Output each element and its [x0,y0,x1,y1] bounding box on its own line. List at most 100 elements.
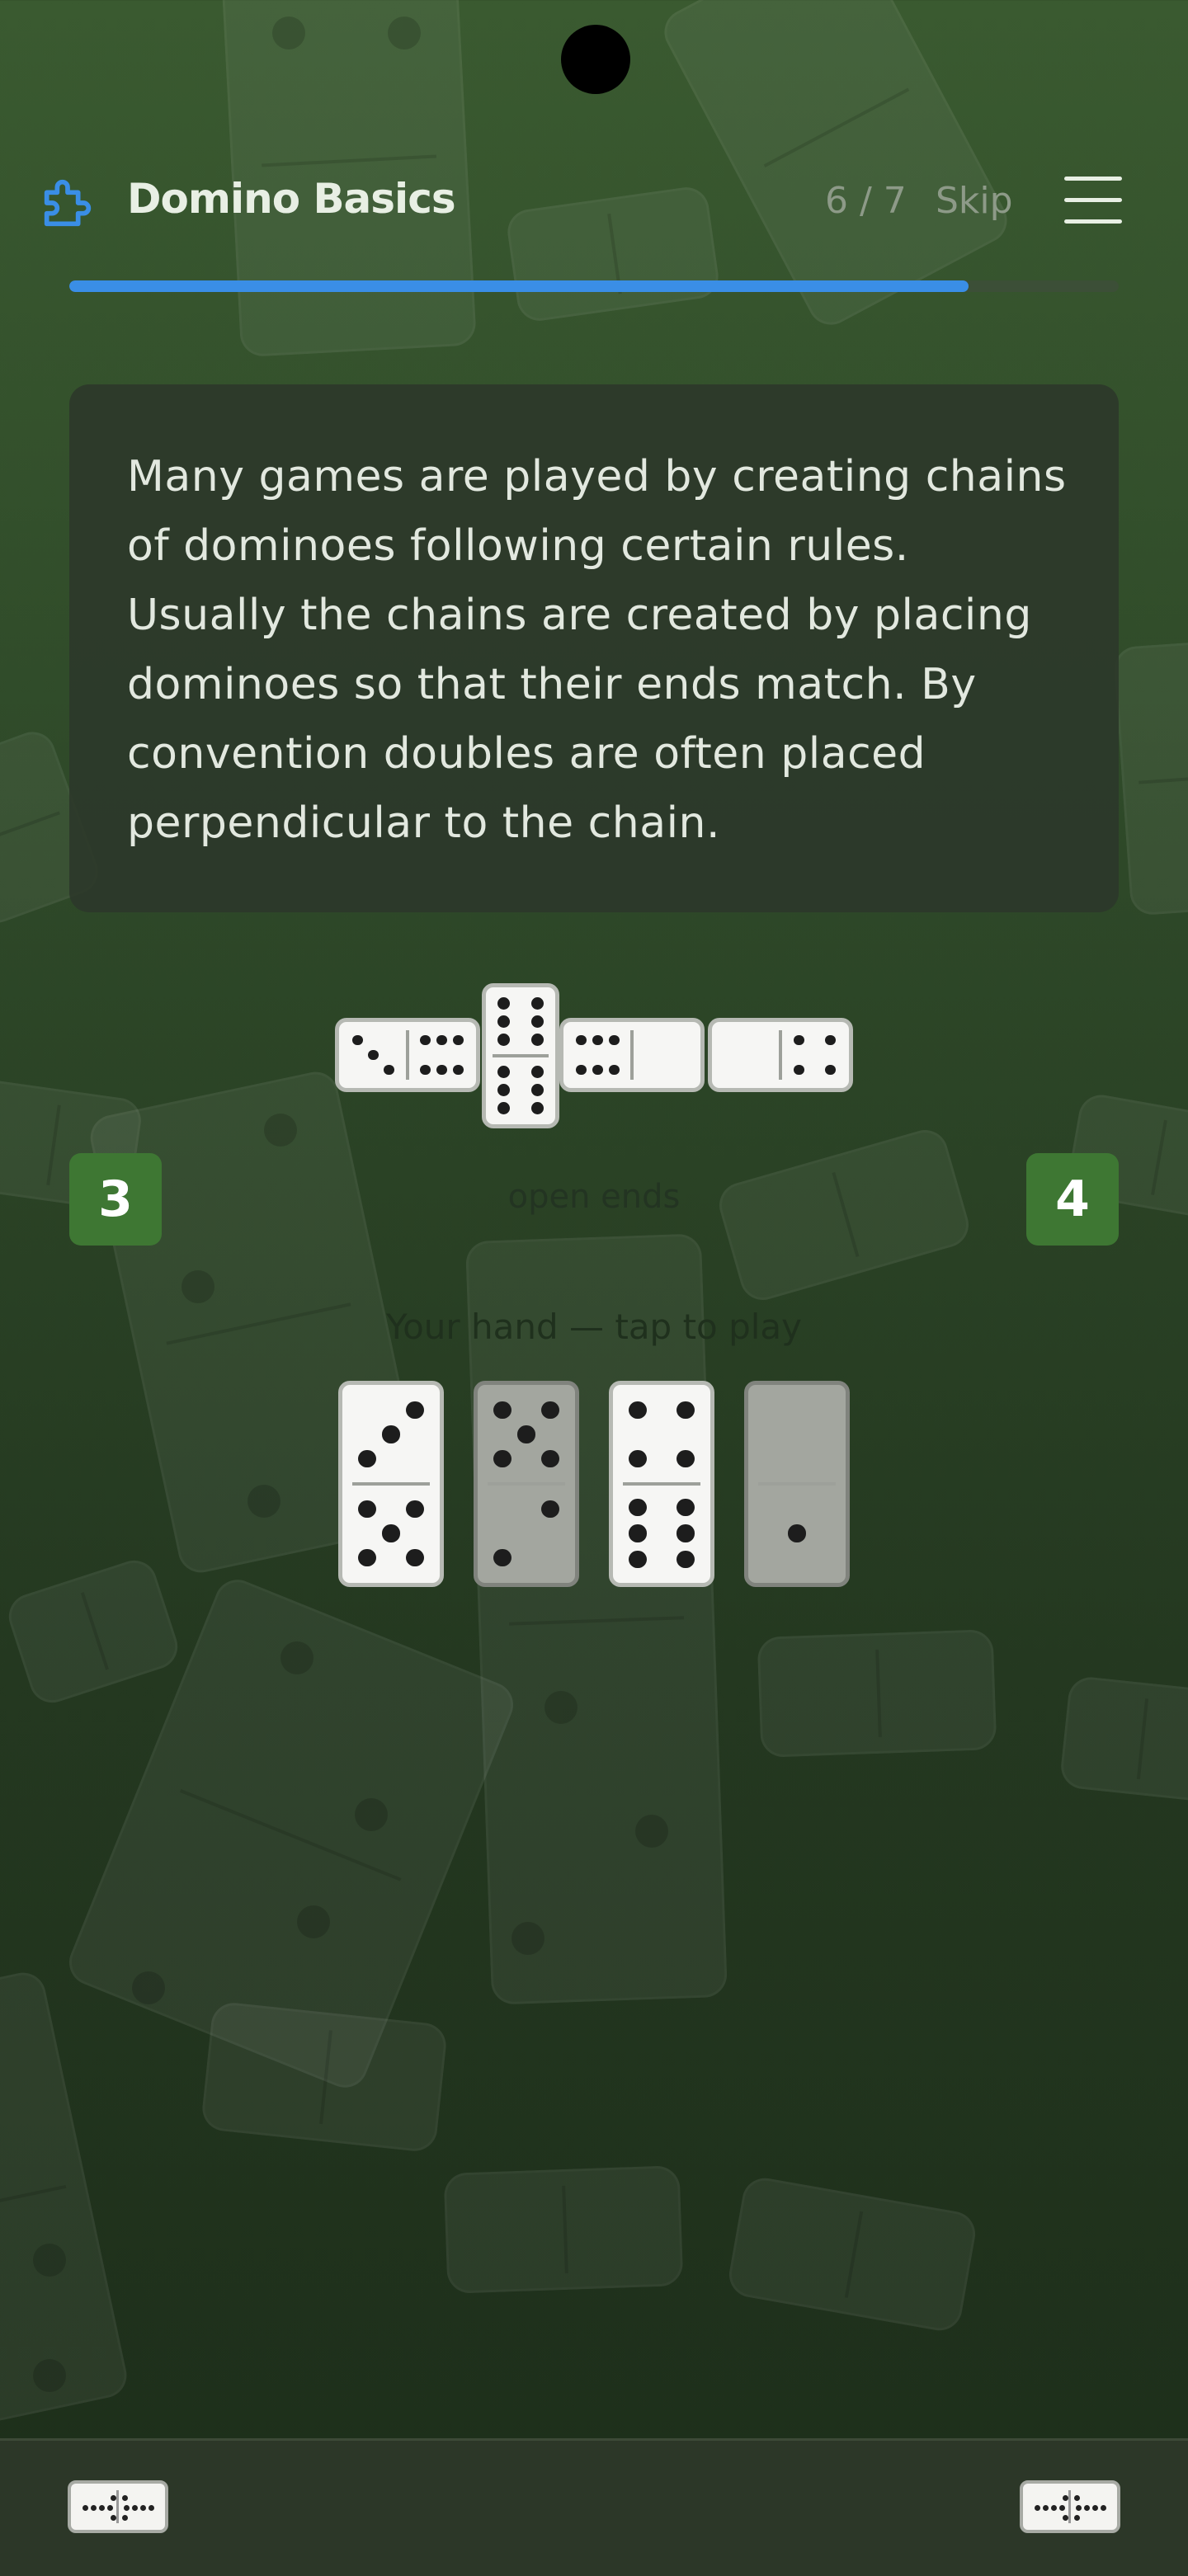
skip-button[interactable]: Skip [936,180,1013,222]
step-counter: 6 / 7 [825,180,907,222]
open-ends-label: open ends [507,1178,681,1216]
hand-domino[interactable] [474,1381,579,1587]
pip [383,1064,394,1076]
pip [629,1450,647,1468]
tile-divider [487,1482,566,1486]
pip [531,1101,544,1114]
camera-cutout [561,25,630,94]
pip [629,1401,647,1419]
pip [406,1500,424,1518]
pip [358,1500,376,1518]
pip [420,1064,431,1076]
pip [541,1401,559,1419]
hamburger-menu-icon[interactable] [1064,177,1122,226]
pip [352,1034,364,1046]
hand-domino[interactable] [609,1381,714,1587]
pip [517,1425,535,1443]
pip [122,2495,128,2501]
pip [148,2505,154,2511]
pip [824,1034,836,1046]
pip [111,2495,116,2501]
domino-next-icon[interactable] [1020,2480,1120,2533]
pip [531,1015,544,1029]
pip [497,1083,510,1097]
tile-divider [622,1482,701,1486]
pip [609,1064,620,1076]
chain-domino [482,983,559,1128]
pip [1035,2505,1040,2511]
pip [493,1549,512,1567]
pip [453,1064,464,1076]
lesson-progress-fill [69,280,969,292]
pip [629,1524,647,1542]
pip [132,2505,138,2511]
tile-divider [116,2490,119,2523]
pip [629,1551,647,1569]
tile-divider [779,1029,782,1081]
pip [676,1551,695,1569]
pip [531,1066,544,1079]
chain-domino [559,1018,705,1092]
pip [1084,2505,1090,2511]
page-title: Domino Basics [127,175,456,223]
pip [493,1450,512,1468]
tile-divider [1068,2490,1071,2523]
lesson-card: Many games are played by creating chains… [69,384,1119,912]
pip [358,1549,376,1567]
pip [788,1524,806,1542]
pip [794,1064,805,1076]
pip [531,1083,544,1097]
tile-divider [757,1482,837,1486]
pip [368,1049,379,1061]
pip [358,1450,376,1468]
hand-domino[interactable] [744,1381,850,1587]
pip [91,2505,97,2511]
pip [436,1064,447,1076]
tile-divider [493,1054,549,1057]
pip [609,1034,620,1046]
lesson-text: Many games are played by creating chains… [127,452,1067,848]
pip [1059,2505,1065,2511]
pip [453,1034,464,1046]
pip [1074,2515,1080,2521]
pip [111,2515,116,2521]
domino-back-icon[interactable] [68,2480,168,2533]
pip [676,1524,695,1542]
hand-domino[interactable] [338,1381,444,1587]
pip [1063,2495,1068,2501]
top-bar: Domino Basics 6 / 7 Skip [0,157,1188,247]
pip [592,1064,603,1076]
tile-divider [351,1482,431,1486]
pip [629,1498,647,1516]
bottom-navigation [0,2438,1188,2576]
pip [576,1034,587,1046]
pip [1063,2515,1068,2521]
pip [107,2505,113,2511]
pip [82,2505,88,2511]
pip [531,1033,544,1046]
pip [541,1450,559,1468]
pip [140,2505,146,2511]
pip [382,1425,400,1443]
pip [1043,2505,1049,2511]
pip [824,1064,836,1076]
pip [497,1015,510,1029]
pip [676,1450,695,1468]
pip [676,1401,695,1419]
chain-domino [335,1018,480,1092]
pip [124,2505,130,2511]
pip [406,1401,424,1419]
pip [497,997,510,1010]
pip [99,2505,105,2511]
pip [497,1033,510,1046]
pip [541,1500,559,1518]
pip [436,1034,447,1046]
pip [493,1401,512,1419]
pip [1051,2505,1057,2511]
pip [122,2515,128,2521]
lesson-progress-bar [69,280,1119,292]
pip [592,1034,603,1046]
pip [531,997,544,1010]
puzzle-icon [44,179,92,227]
pip [1074,2495,1080,2501]
